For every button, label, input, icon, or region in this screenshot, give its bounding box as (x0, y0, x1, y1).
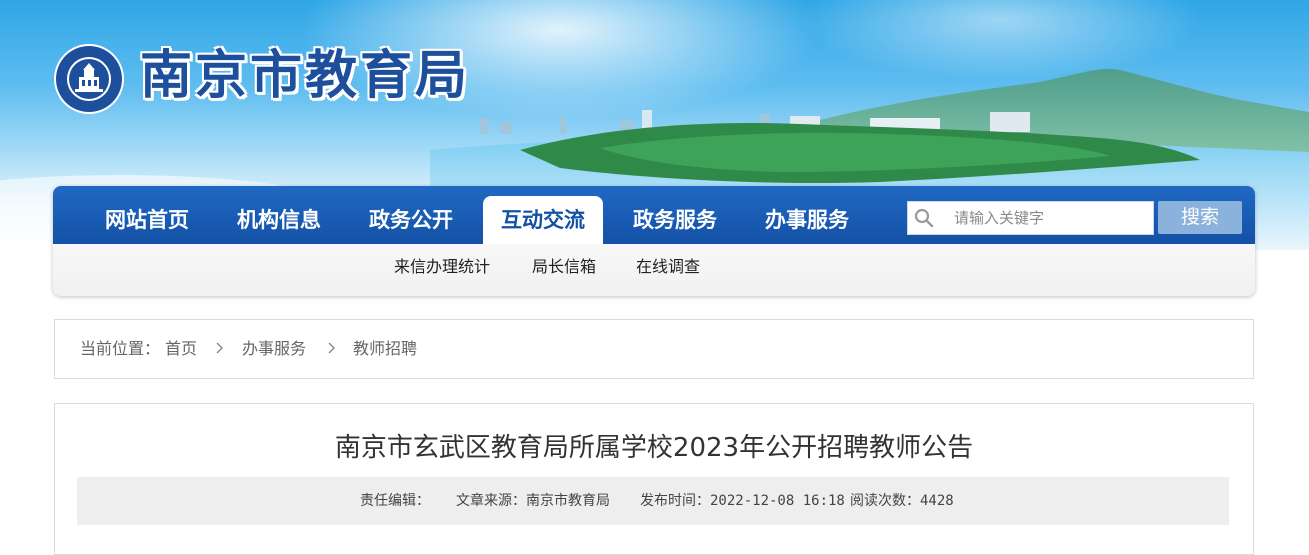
article-meta-bar: 责任编辑： 文章来源： 南京市教育局 发布时间： 2022-12-08 16:1… (77, 477, 1229, 525)
search-icon (914, 208, 934, 228)
meta-published-value: 2022-12-08 16:18 (710, 493, 845, 509)
nav-item-government-affairs[interactable]: 政务公开 (357, 196, 465, 244)
article-container: 南京市玄武区教育局所属学校2023年公开招聘教师公告 责任编辑： 文章来源： 南… (54, 403, 1254, 555)
breadcrumb-prefix: 当前位置： (80, 339, 161, 358)
nav-item-home[interactable]: 网站首页 (93, 196, 201, 244)
nav-item-office-services[interactable]: 办事服务 (753, 196, 861, 244)
meta-editor-label: 责任编辑： (360, 493, 430, 509)
meta-views-label: 阅读次数： (850, 493, 920, 509)
meta-source-label: 文章来源： (456, 493, 526, 509)
article-title: 南京市玄武区教育局所属学校2023年公开招聘教师公告 (334, 433, 974, 463)
meta-source-value: 南京市教育局 (526, 493, 610, 509)
nav-item-organization-info[interactable]: 机构信息 (225, 196, 333, 244)
education-bureau-logo (54, 44, 124, 114)
primary-nav-bar: 网站首页 机构信息 政务公开 互动交流 政务服务 办事服务 搜索 (53, 186, 1255, 244)
chevron-right-icon (328, 342, 335, 354)
subnav-item-online-survey[interactable]: 在线调查 (636, 254, 700, 280)
nav-item-government-services[interactable]: 政务服务 (621, 196, 729, 244)
chevron-right-icon (216, 342, 223, 354)
search-box (907, 201, 1160, 235)
breadcrumb-item-teacher-recruitment[interactable]: 教师招聘 (353, 338, 417, 360)
breadcrumb-item-home[interactable]: 首页 (165, 338, 197, 360)
subnav-item-director-mailbox[interactable]: 局长信箱 (532, 254, 596, 280)
site-title: 南京市教育局 (140, 45, 471, 106)
search-button[interactable]: 搜索 (1158, 201, 1242, 234)
meta-published-label: 发布时间： (640, 493, 710, 509)
nav-item-interaction[interactable]: 互动交流 (483, 196, 603, 244)
subnav-item-letter-statistics[interactable]: 来信办理统计 (394, 254, 490, 280)
main-navigation: 网站首页 机构信息 政务公开 互动交流 政务服务 办事服务 搜索 来信办理统计 … (53, 186, 1255, 296)
breadcrumb: 当前位置： 首页 办事服务 教师招聘 (54, 319, 1254, 379)
meta-views-value: 4428 (920, 493, 954, 509)
search-input[interactable] (948, 202, 1160, 234)
breadcrumb-item-office-services[interactable]: 办事服务 (242, 338, 306, 360)
